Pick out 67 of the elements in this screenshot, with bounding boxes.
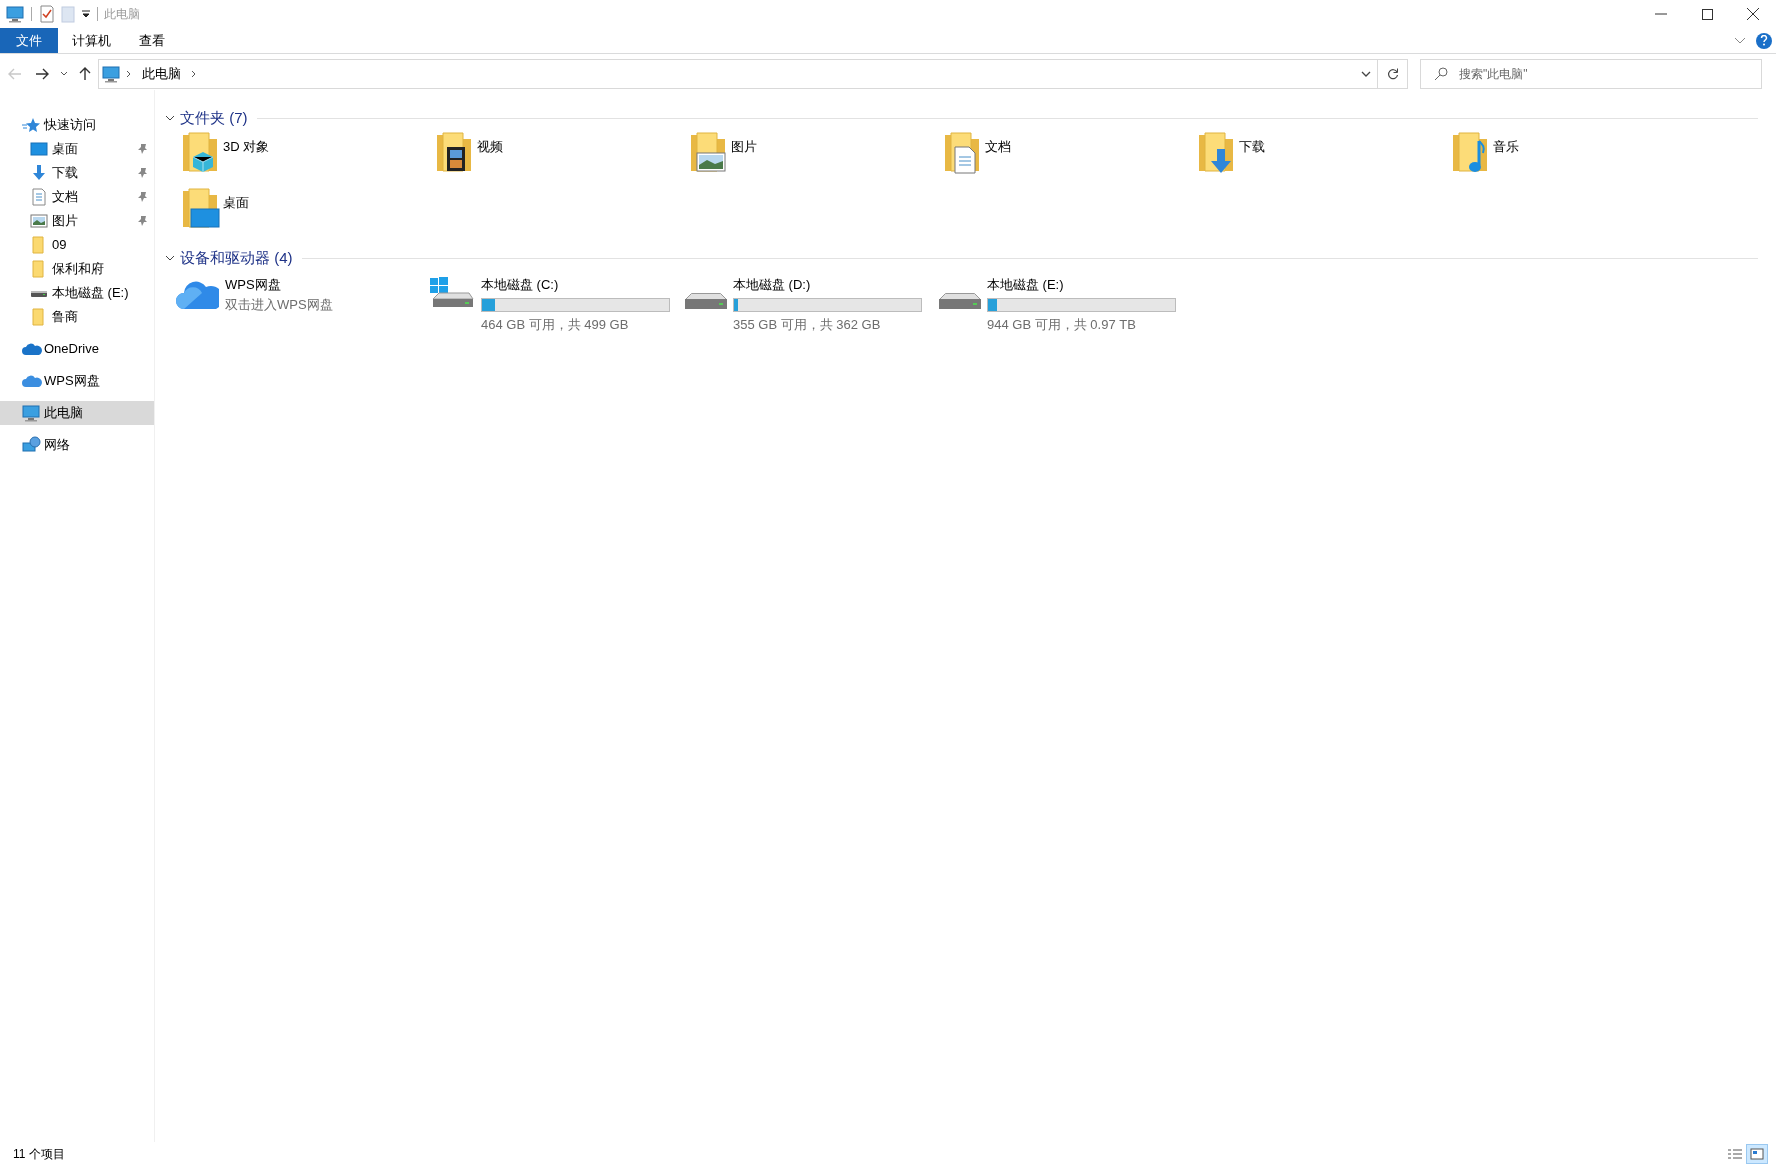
ribbon-tab[interactable]: 查看 xyxy=(125,28,179,53)
monitor-icon xyxy=(30,141,48,157)
sidebar-item[interactable]: 快速访问 xyxy=(0,113,154,137)
item-count: 11 个项目 xyxy=(13,1146,66,1163)
document-icon xyxy=(30,188,48,206)
address-bar[interactable]: 此电脑 xyxy=(98,59,1408,89)
tiles-view-button[interactable] xyxy=(1746,1144,1768,1164)
close-icon xyxy=(1747,8,1759,20)
maximize-icon xyxy=(1701,8,1713,20)
breadcrumb-item[interactable]: 此电脑 xyxy=(138,64,185,84)
chevron-down-icon xyxy=(1734,36,1746,45)
help-icon xyxy=(1760,35,1768,46)
computer-icon xyxy=(6,5,24,23)
drive-icon xyxy=(939,293,981,309)
help-button[interactable] xyxy=(1756,32,1772,49)
cloud-icon xyxy=(22,374,42,388)
network-icon xyxy=(22,436,42,454)
cloud-drive-item[interactable]: WPS网盘 双击进入WPS网盘 xyxy=(175,275,429,329)
drive-subtitle: 双击进入WPS网盘 xyxy=(225,295,333,314)
chevron-right-icon xyxy=(126,70,132,78)
picture-icon xyxy=(30,213,48,229)
sidebar-item[interactable]: 09 xyxy=(0,233,154,257)
refresh-icon xyxy=(1386,68,1399,80)
star-icon xyxy=(22,117,40,133)
cloud-icon xyxy=(22,342,42,356)
folder-item[interactable]: 3D 对象 xyxy=(179,131,433,187)
sidebar-item[interactable]: OneDrive xyxy=(0,337,154,361)
tiles-view-icon xyxy=(1750,1148,1764,1160)
details-view-icon xyxy=(1727,1148,1743,1160)
forward-arrow-icon xyxy=(35,68,49,80)
chevron-right-icon xyxy=(191,70,197,78)
folder-item[interactable]: 下载 xyxy=(1195,131,1449,187)
file-menu-tab[interactable]: 文件 xyxy=(0,28,58,53)
sidebar-item[interactable]: 本地磁盘 (E:) xyxy=(0,281,154,305)
folder-item[interactable]: 音乐 xyxy=(1449,131,1703,187)
chevron-down-icon xyxy=(1361,71,1371,77)
sidebar-item[interactable]: 鲁商 xyxy=(0,305,154,329)
sidebar-item[interactable]: 文档 xyxy=(0,185,154,209)
drive-icon xyxy=(685,293,727,309)
window-title: 此电脑 xyxy=(104,6,140,23)
sidebar-item[interactable]: 此电脑 xyxy=(0,401,154,425)
folder-item[interactable]: 图片 xyxy=(687,131,941,187)
folder-item[interactable]: 文档 xyxy=(941,131,1195,187)
chevron-down-icon xyxy=(165,115,175,121)
sidebar-item[interactable]: 图片 xyxy=(0,209,154,233)
group-header[interactable]: 设备和驱动器 (4) xyxy=(180,246,293,270)
search-field[interactable]: 搜索"此电脑" xyxy=(1420,59,1762,89)
search-icon xyxy=(1434,67,1448,81)
sidebar-item[interactable]: 保利和府 xyxy=(0,257,154,281)
folder-item[interactable]: 桌面 xyxy=(179,187,433,243)
back-arrow-icon xyxy=(8,68,22,80)
sidebar-item[interactable]: 下载 xyxy=(0,161,154,185)
ribbon-tab[interactable]: 计算机 xyxy=(58,28,125,53)
folder-item[interactable]: 视频 xyxy=(433,131,687,187)
sidebar-item[interactable]: 桌面 xyxy=(0,137,154,161)
sidebar-item[interactable]: WPS网盘 xyxy=(0,369,154,393)
chevron-down-icon xyxy=(165,255,175,261)
download-icon xyxy=(30,164,48,182)
minimize-icon xyxy=(1655,13,1667,15)
dropdown-icon[interactable] xyxy=(81,9,91,19)
group-header[interactable]: 文件夹 (7) xyxy=(180,106,248,130)
sidebar-item[interactable]: 网络 xyxy=(0,433,154,457)
properties-icon[interactable] xyxy=(39,5,55,23)
computer-icon xyxy=(102,65,120,83)
up-arrow-icon xyxy=(79,67,91,81)
computer-icon xyxy=(22,404,40,422)
chevron-down-icon xyxy=(60,71,68,77)
